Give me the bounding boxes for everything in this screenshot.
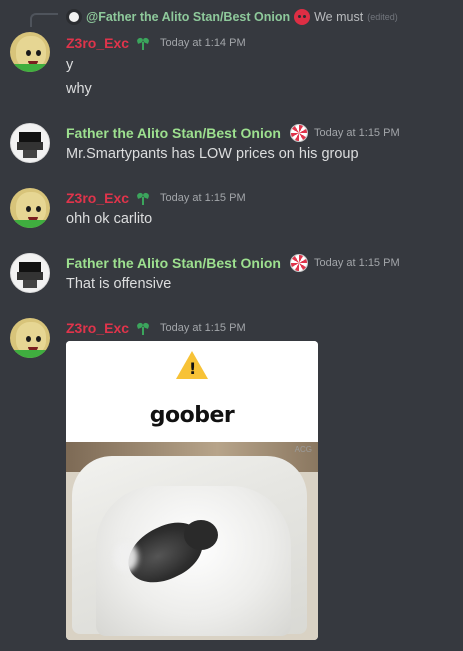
message-author[interactable]: Z3ro_Exc — [66, 320, 129, 336]
gif-watermark: ACG — [294, 445, 312, 454]
gif-caption: goober — [149, 403, 235, 428]
avatar[interactable] — [10, 188, 50, 228]
seedling-icon — [135, 190, 151, 206]
avatar[interactable] — [10, 123, 50, 163]
message-timestamp: Today at 1:15 PM — [160, 322, 246, 334]
message-author[interactable]: Z3ro_Exc — [66, 35, 129, 51]
peppermint-candy-icon — [290, 124, 308, 142]
message-author[interactable]: Z3ro_Exc — [66, 190, 129, 206]
reply-connector — [30, 13, 58, 27]
message-content: why — [66, 81, 92, 97]
reply-edited-label: (edited) — [367, 12, 398, 22]
peppermint-candy-icon — [290, 254, 308, 272]
reply-text[interactable]: We must — [314, 10, 363, 24]
gif-caption-area: ! goober — [66, 341, 318, 441]
message-timestamp: Today at 1:15 PM — [160, 192, 246, 204]
message-timestamp: Today at 1:15 PM — [314, 257, 400, 269]
message-timestamp: Today at 1:14 PM — [160, 37, 246, 49]
message-author[interactable]: Father the Alito Stan/Best Onion — [66, 125, 281, 141]
gif-video[interactable]: ACG — [66, 442, 318, 640]
reply-author[interactable]: @Father the Alito Stan/Best Onion — [86, 10, 290, 24]
gif-embed[interactable]: ! goober ACG — [66, 341, 318, 640]
message-content: That is offensive — [66, 276, 172, 292]
message-content: Mr.Smartypants has LOW prices on his gro… — [66, 146, 359, 162]
angry-face-icon — [294, 9, 311, 25]
avatar[interactable] — [10, 32, 50, 72]
avatar[interactable] — [10, 253, 50, 293]
reply-avatar — [66, 9, 82, 25]
seedling-icon — [135, 320, 151, 336]
avatar[interactable] — [10, 318, 50, 358]
seedling-icon — [135, 35, 151, 51]
message-content: ohh ok carlito — [66, 211, 153, 227]
gif-motion-blur — [114, 542, 138, 572]
message-timestamp: Today at 1:15 PM — [314, 127, 400, 139]
message-author[interactable]: Father the Alito Stan/Best Onion — [66, 255, 281, 271]
message-content: y — [66, 57, 74, 73]
reply-preview[interactable]: @Father the Alito Stan/Best Onion We mus… — [66, 8, 398, 26]
warning-glyph: ! — [189, 359, 197, 378]
gif-cat-head — [184, 520, 218, 550]
